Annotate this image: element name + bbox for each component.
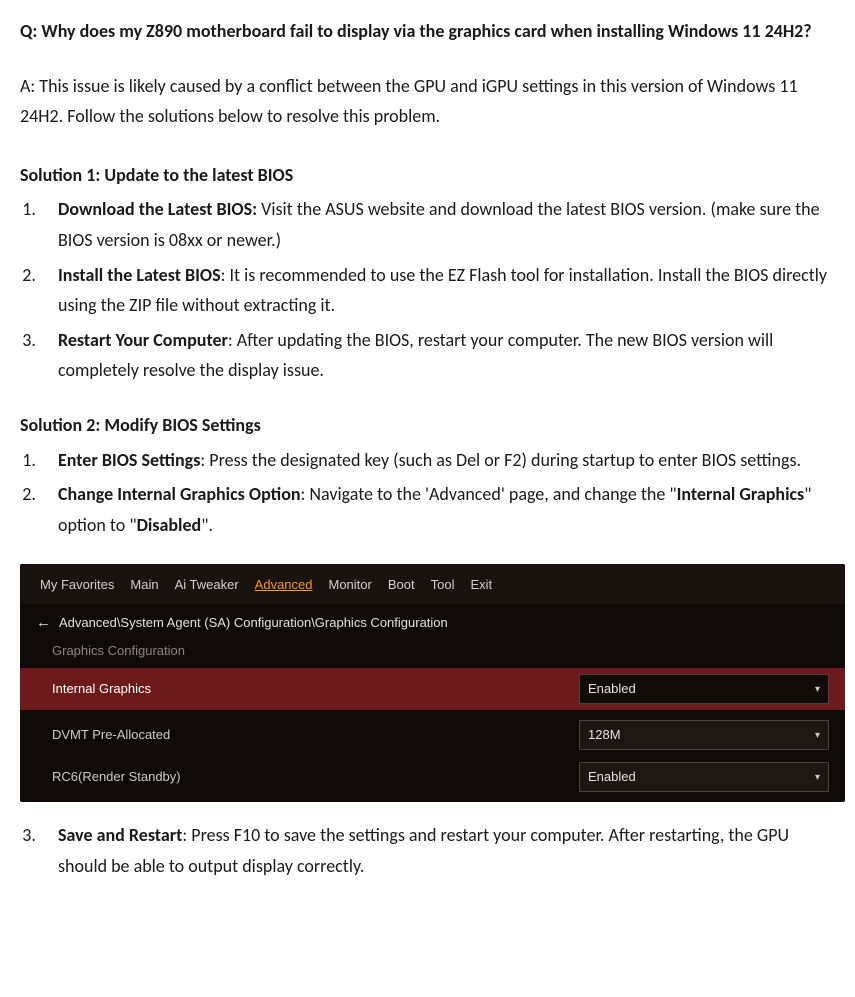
- step-body: : Navigate to the 'Advanced' page, and c…: [301, 483, 677, 505]
- step-body-bold: Internal Graphics: [677, 483, 805, 505]
- answer-text: A: This issue is likely caused by a conf…: [20, 71, 835, 132]
- bios-menu-item[interactable]: Exit: [470, 574, 492, 596]
- bios-menu-item[interactable]: Boot: [388, 574, 415, 596]
- step-body-bold: Disabled: [137, 514, 202, 536]
- step-title: Download the Latest BIOS:: [58, 198, 257, 220]
- solution2-steps: Enter BIOS Settings: Press the designate…: [20, 445, 835, 541]
- bios-section-title: Graphics Configuration: [20, 638, 845, 668]
- bios-row-label: DVMT Pre-Allocated: [36, 724, 170, 746]
- bios-menu-item[interactable]: Tool: [431, 574, 455, 596]
- chevron-down-icon: ▾: [815, 681, 820, 698]
- breadcrumb-text: Advanced\System Agent (SA) Configuration…: [59, 612, 448, 634]
- bios-menu-item[interactable]: My Favorites: [40, 574, 114, 596]
- solution1-heading: Solution 1: Update to the latest BIOS: [20, 160, 835, 191]
- bios-select[interactable]: 128M ▾: [579, 720, 829, 750]
- bios-row-label: Internal Graphics: [36, 678, 151, 700]
- step-title: Install the Latest BIOS: [58, 264, 221, 286]
- solution2-heading: Solution 2: Modify BIOS Settings: [20, 410, 835, 441]
- step-title: Restart Your Computer: [58, 329, 228, 351]
- list-item: Save and Restart: Press F10 to save the …: [40, 820, 835, 881]
- step-title: Change Internal Graphics Option: [58, 483, 301, 505]
- step-body: ".: [201, 514, 213, 536]
- bios-select-value: 128M: [588, 724, 621, 746]
- chevron-down-icon: ▾: [815, 727, 820, 744]
- bios-row-dvmt[interactable]: DVMT Pre-Allocated 128M ▾: [20, 714, 845, 756]
- bios-row-rc6[interactable]: RC6(Render Standby) Enabled ▾: [20, 756, 845, 798]
- solution2-steps-cont: Save and Restart: Press F10 to save the …: [20, 820, 835, 881]
- bios-screenshot: My Favorites Main Ai Tweaker Advanced Mo…: [20, 564, 845, 802]
- bios-select-value: Enabled: [588, 678, 636, 700]
- solution1-steps: Download the Latest BIOS: Visit the ASUS…: [20, 194, 835, 386]
- bios-menu-item[interactable]: Monitor: [329, 574, 372, 596]
- bios-select[interactable]: Enabled ▾: [579, 762, 829, 792]
- bios-menu: My Favorites Main Ai Tweaker Advanced Mo…: [20, 564, 845, 604]
- chevron-down-icon: ▾: [815, 769, 820, 786]
- back-arrow-icon[interactable]: ←: [36, 610, 51, 636]
- bios-row-label: RC6(Render Standby): [36, 766, 181, 788]
- bios-menu-item[interactable]: Ai Tweaker: [175, 574, 239, 596]
- list-item: Enter BIOS Settings: Press the designate…: [40, 445, 835, 476]
- list-item: Install the Latest BIOS: It is recommend…: [40, 260, 835, 321]
- bios-row-internal-graphics[interactable]: Internal Graphics Enabled ▾: [20, 668, 845, 710]
- step-body: : Press the designated key (such as Del …: [200, 449, 801, 471]
- bios-select[interactable]: Enabled ▾: [579, 674, 829, 704]
- bios-select-value: Enabled: [588, 766, 636, 788]
- bios-menu-item-active[interactable]: Advanced: [255, 574, 313, 596]
- step-title: Save and Restart: [58, 824, 182, 846]
- step-title: Enter BIOS Settings: [58, 449, 200, 471]
- question-heading: Q: Why does my Z890 motherboard fail to …: [20, 16, 835, 47]
- list-item: Change Internal Graphics Option: Navigat…: [40, 479, 835, 540]
- bios-menu-item[interactable]: Main: [130, 574, 158, 596]
- bios-breadcrumb: ← Advanced\System Agent (SA) Configurati…: [20, 604, 845, 638]
- list-item: Restart Your Computer: After updating th…: [40, 325, 835, 386]
- list-item: Download the Latest BIOS: Visit the ASUS…: [40, 194, 835, 255]
